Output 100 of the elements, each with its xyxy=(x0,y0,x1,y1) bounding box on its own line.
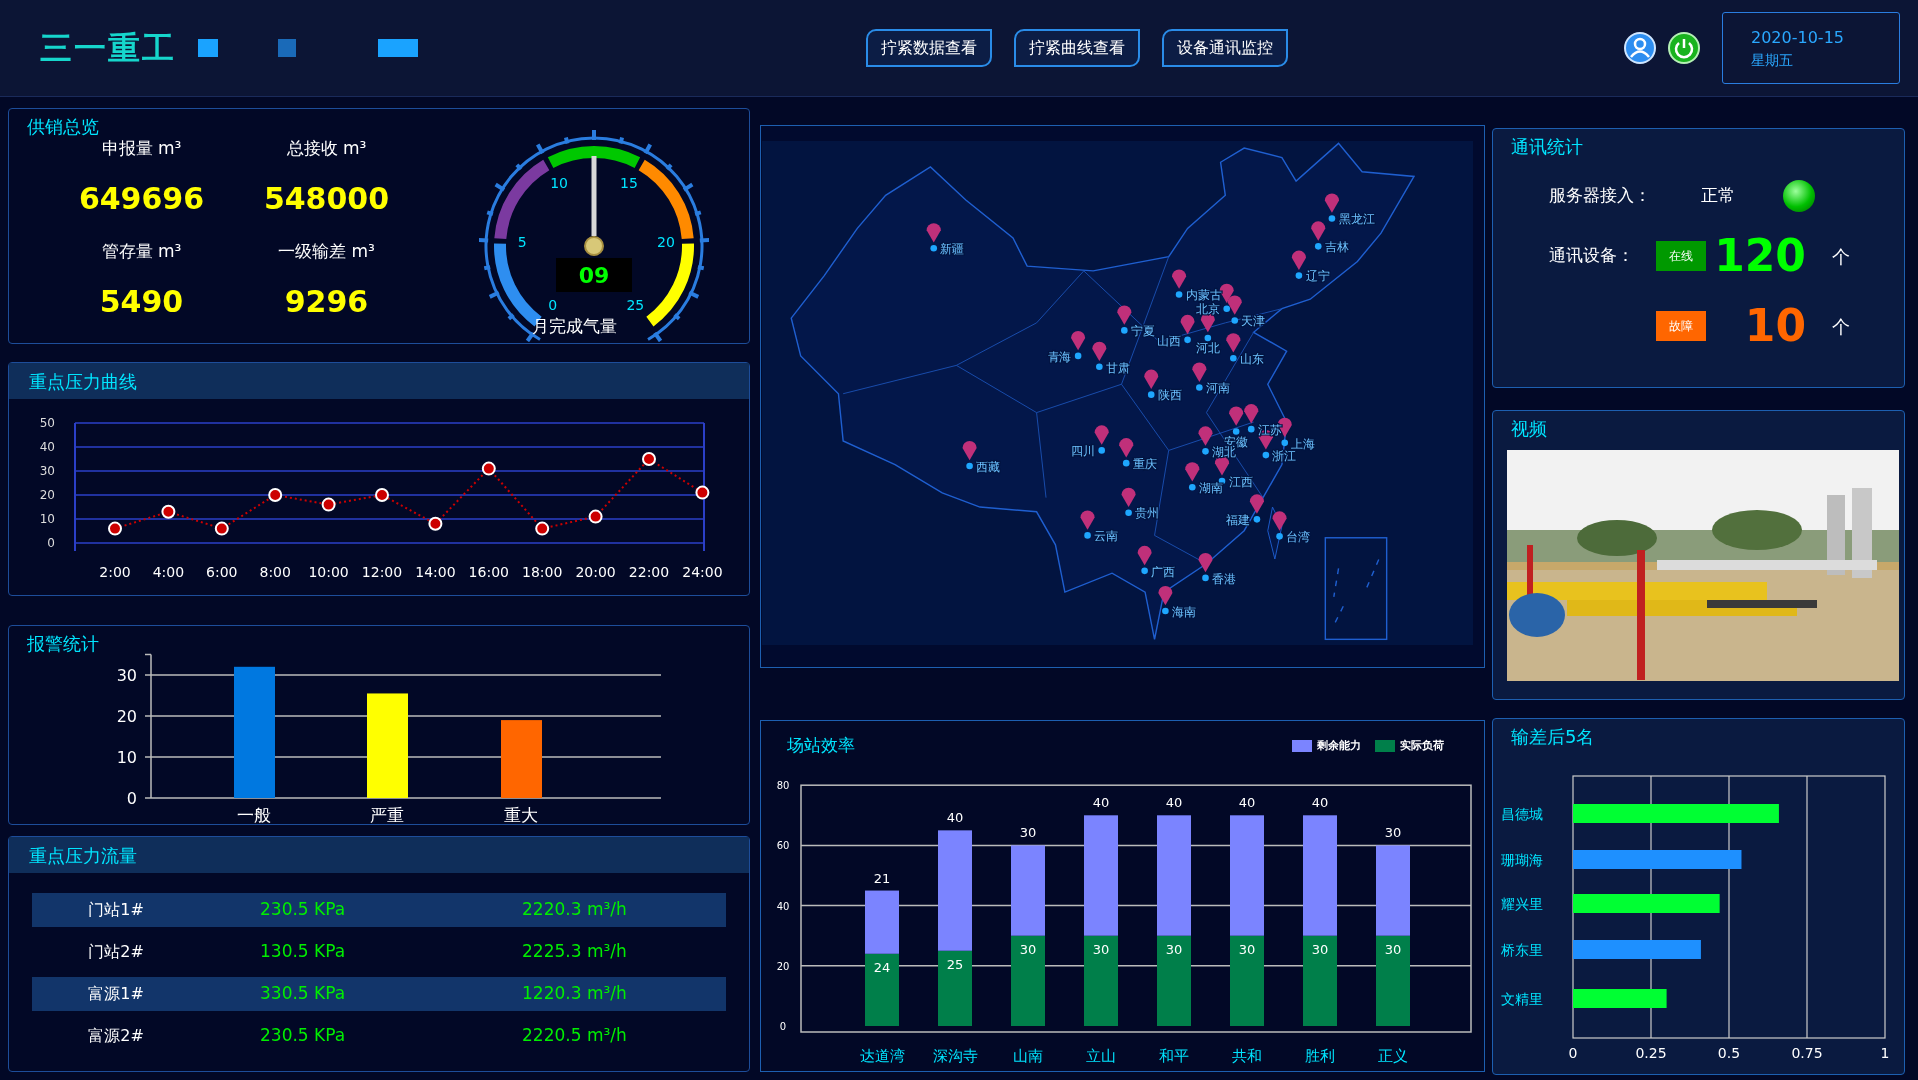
map-pin xyxy=(1158,585,1173,615)
table-cell-text: 130.5 KPa xyxy=(259,940,347,964)
panel-title: 报警统计 xyxy=(26,632,99,656)
map-pin xyxy=(1311,221,1326,250)
axis-label: 珊瑚海 xyxy=(1501,852,1543,868)
axis-label: 胜利 xyxy=(1305,1047,1335,1065)
axis-label: 0.5 xyxy=(1717,1045,1741,1061)
stat-label: 一级输差 m³ xyxy=(278,240,375,263)
axis-label: 50 xyxy=(39,416,55,430)
map-pin xyxy=(1144,369,1159,398)
axis-label: 30 xyxy=(116,666,137,685)
axis-label: 10 xyxy=(39,512,55,526)
data-label: 40 xyxy=(1311,795,1329,811)
data-label: 30 xyxy=(1311,941,1329,957)
data-label: 30 xyxy=(1384,941,1402,957)
map-pin xyxy=(926,223,941,252)
weekday-text: 星期五 xyxy=(1751,50,1794,70)
map-label: 贵州 xyxy=(1135,506,1160,521)
map-label: 海南 xyxy=(1172,604,1196,619)
legend-label: 剩余能力 xyxy=(1317,737,1361,754)
gauge-reading: 09 xyxy=(578,263,610,288)
axis-label: 立山 xyxy=(1086,1047,1116,1065)
axis-label: 20 xyxy=(116,707,137,726)
data-label: 30 xyxy=(1165,941,1183,957)
axis-label: 0.25 xyxy=(1635,1045,1667,1061)
data-point xyxy=(695,485,710,500)
axis-label: 文精里 xyxy=(1501,991,1543,1007)
gauge-tick-label: 0 xyxy=(548,297,558,313)
nav-button[interactable]: 拧紧曲线查看 xyxy=(1014,29,1140,67)
data-label: 25 xyxy=(946,956,964,972)
status-badge: 在线 xyxy=(1656,241,1706,271)
table-cell-text: 1220.3 m³/h xyxy=(521,982,627,1006)
axis-label: 0 xyxy=(126,789,137,808)
axis-label: 22:00 xyxy=(628,564,670,580)
data-point xyxy=(428,516,443,531)
table-cell-text: 富源2# xyxy=(87,1025,145,1047)
map-label: 陕西 xyxy=(1157,388,1182,403)
axis-label: 共和 xyxy=(1232,1047,1262,1065)
map-label: 福建 xyxy=(1226,513,1251,528)
map-label: 青海 xyxy=(1047,349,1072,364)
status-badge: 故障 xyxy=(1656,311,1706,341)
nav-button[interactable]: 拧紧数据查看 xyxy=(866,29,992,67)
map-pin xyxy=(1094,425,1109,454)
decor-square xyxy=(278,39,296,57)
map-label: 内蒙古 xyxy=(1185,288,1222,303)
gauge-tick-label: 20 xyxy=(657,234,675,251)
data-label: 40 xyxy=(1238,795,1256,811)
axis-label: 20:00 xyxy=(575,564,616,580)
map-pin xyxy=(1119,438,1134,467)
map-pin xyxy=(1192,362,1207,391)
axis-label: 深沟寺 xyxy=(932,1047,978,1065)
panel-title: 重点压力流量 xyxy=(29,843,137,868)
axis-label: 重大 xyxy=(504,805,538,825)
axis-label: 24:00 xyxy=(682,564,723,580)
map-label: 广西 xyxy=(1151,564,1176,579)
axis-label: 0 xyxy=(779,1021,787,1032)
axis-label: 达道湾 xyxy=(859,1047,905,1065)
map-pin xyxy=(1172,269,1187,298)
panel-title: 输差后5名 xyxy=(1510,725,1595,749)
axis-label: 10:00 xyxy=(308,564,349,580)
map-label: 黑龙江 xyxy=(1338,212,1375,227)
map-label: 甘肃 xyxy=(1105,360,1130,375)
user-icon[interactable] xyxy=(1624,32,1656,64)
gauge-tick-label: 10 xyxy=(550,175,568,192)
map-pin xyxy=(1117,305,1132,334)
axis-label: 桥东里 xyxy=(1501,942,1543,958)
stat-label: 申报量 m³ xyxy=(101,137,182,160)
map-label: 台湾 xyxy=(1286,530,1311,545)
table-cell-text: 230.5 KPa xyxy=(259,1024,347,1048)
unit-text: 个 xyxy=(1832,244,1850,269)
map-label: 河南 xyxy=(1205,381,1230,396)
axis-label: 18:00 xyxy=(522,564,563,580)
map-label: 山西 xyxy=(1156,333,1181,348)
map-label: 山东 xyxy=(1239,352,1264,366)
power-icon[interactable] xyxy=(1668,32,1700,64)
decor-square xyxy=(378,39,418,57)
map-label: 湖南 xyxy=(1198,480,1223,495)
map-pin xyxy=(1229,406,1244,435)
map-pin xyxy=(1198,552,1213,582)
map-label: 湖北 xyxy=(1212,445,1237,460)
axis-label: 正义 xyxy=(1378,1047,1408,1065)
map-pin xyxy=(1226,333,1241,362)
data-point xyxy=(642,452,656,466)
data-label: 40 xyxy=(1092,795,1110,811)
panel-title: 场站效率 xyxy=(787,734,855,758)
device-count: 120 xyxy=(1713,229,1806,283)
map-label: 江西 xyxy=(1228,474,1253,489)
map-pin xyxy=(1324,193,1339,222)
table-cell-text: 2225.3 m³/h xyxy=(521,940,627,964)
axis-label: 14:00 xyxy=(415,564,456,580)
axis-label: 4:00 xyxy=(152,564,185,580)
map-pin xyxy=(1244,404,1259,433)
date-text: 2020-10-15 xyxy=(1751,26,1845,49)
map-label: 吉林 xyxy=(1324,240,1349,255)
nav-button[interactable]: 设备通讯监控 xyxy=(1162,29,1288,67)
map-pin xyxy=(1198,426,1213,455)
axis-label: 0.75 xyxy=(1791,1045,1823,1061)
axis-label: 0 xyxy=(47,536,55,550)
data-label: 30 xyxy=(1238,941,1256,957)
map-label: 重庆 xyxy=(1132,456,1157,471)
